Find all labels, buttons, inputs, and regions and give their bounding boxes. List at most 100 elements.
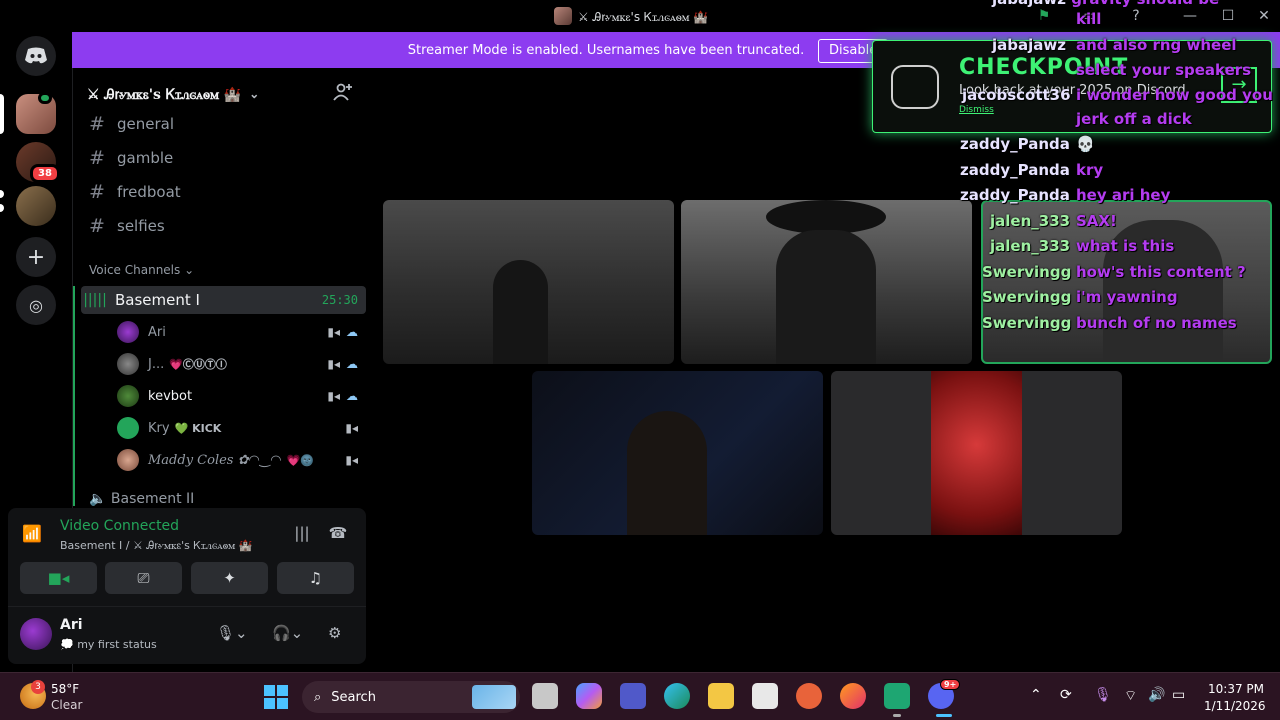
- user-name[interactable]: Ari: [60, 617, 83, 633]
- microsoft-store-icon[interactable]: [752, 683, 778, 709]
- discord-logo-icon: [25, 47, 47, 64]
- app-icon[interactable]: [796, 683, 822, 709]
- screenshare-button[interactable]: ⎚: [105, 562, 182, 594]
- dismiss-link[interactable]: Dismiss: [959, 105, 994, 115]
- channel-label: gamble: [117, 149, 174, 167]
- discover-icon[interactable]: ◎: [16, 285, 56, 325]
- video-tile[interactable]: [532, 371, 823, 535]
- channel-gamble[interactable]: # gamble: [89, 144, 359, 172]
- settings-gear-icon[interactable]: ⚙: [328, 624, 341, 646]
- maximize-button[interactable]: ☐: [1218, 6, 1238, 26]
- voice-member[interactable]: kevbot ▮◂ ☁: [117, 383, 362, 409]
- video-silhouette: [627, 411, 707, 535]
- checkpoint-text: Look back at your 2025 on Discord: [959, 83, 1186, 98]
- close-button[interactable]: ✕: [1254, 6, 1274, 26]
- video-tile[interactable]: [681, 200, 972, 364]
- firefox-icon[interactable]: [840, 683, 866, 709]
- windows-start-icon[interactable]: [264, 685, 288, 709]
- voice-member[interactable]: J... 💗ⒸⓊⓉⒾ ▮◂ ☁: [117, 351, 362, 377]
- channel-label: selfies: [117, 217, 165, 235]
- file-explorer-icon[interactable]: [708, 683, 734, 709]
- member-name: Ari: [148, 324, 166, 340]
- member-tag: 💚 KICK: [174, 421, 222, 435]
- speaker-icon: 🔈: [89, 491, 111, 507]
- voice-channels-header[interactable]: Voice Channels ⌄: [89, 263, 194, 277]
- microphone-icon[interactable]: 🎙⌄: [216, 624, 248, 646]
- channel-selfies[interactable]: # selfies: [89, 212, 359, 240]
- chat-line: zaddy_Panda 💀: [960, 135, 1095, 153]
- camera-icon: ▮◂: [327, 325, 340, 339]
- voice-member[interactable]: 𝑀𝑎𝑑𝑑𝑦 𝐶𝑜𝑙𝑒𝑠 ✿◠‿◠ 💗🌚 ▮◂: [117, 447, 362, 473]
- voice-location[interactable]: Basement I / ⚔ Ꭿꭇꮍꮇꮶꮛ's Ꮶꮖꮑꮆꭺꮻꮇ 🏰: [60, 538, 252, 553]
- add-server-icon[interactable]: +: [16, 237, 56, 277]
- user-status[interactable]: 💭 my first status: [60, 638, 157, 651]
- edge-icon[interactable]: [664, 683, 690, 709]
- inbox-icon[interactable]: ▭: [1080, 6, 1100, 26]
- server-header[interactable]: ⚔ Ꭿꭇꮍꮇꮶꮛ's Ꮶꮖꮑꮆꭺꮻꮇ 🏰 ⌄: [87, 82, 362, 106]
- voice-channel-basement-ii[interactable]: 🔈 Basement II: [89, 491, 194, 507]
- video-silhouette: [776, 230, 876, 364]
- user-avatar[interactable]: [20, 618, 52, 650]
- title-bar: ⚔ Ꭿꭇꮍꮇꮶꮛ's Ꮶꮖꮑꮆꭺꮻꮇ 🏰 ⚑ ▭ ? — ☐ ✕: [0, 0, 1280, 32]
- camera-icon: ▮◂: [327, 389, 340, 403]
- weather-condition[interactable]: Clear: [51, 698, 82, 712]
- voice-member[interactable]: Ari ▮◂ ☁: [117, 319, 362, 345]
- minimize-button[interactable]: —: [1180, 6, 1200, 26]
- sync-icon[interactable]: ⟳: [1060, 687, 1072, 703]
- voice-wave-icon: |||||: [83, 292, 107, 308]
- video-tile-speaking[interactable]: [981, 200, 1272, 364]
- video-tile[interactable]: [383, 200, 674, 364]
- clock-date[interactable]: 1/11/2026: [1204, 699, 1266, 713]
- chevron-up-icon[interactable]: ⌃: [1030, 687, 1042, 703]
- arrow-right-icon[interactable]: →: [1221, 67, 1257, 103]
- microphone-tray-icon[interactable]: 🎙: [1094, 687, 1112, 703]
- soundboard-icon: ♫: [308, 569, 323, 587]
- member-name: Kry: [148, 420, 170, 436]
- voice-member[interactable]: Kry 💚 KICK ▮◂: [117, 415, 362, 441]
- game-app-icon[interactable]: [884, 683, 910, 709]
- voice-channel-basement-i[interactable]: ||||| Basement I 25:30: [81, 286, 366, 314]
- channel-general[interactable]: # general: [89, 110, 359, 138]
- avatar: [117, 417, 139, 439]
- video-tile[interactable]: [831, 371, 1122, 535]
- channel-label: fredboat: [117, 183, 181, 201]
- invite-people-icon[interactable]: [333, 82, 357, 106]
- search-highlight-image: [472, 685, 516, 709]
- member-status-icons: ▮◂: [345, 453, 358, 467]
- wifi-icon[interactable]: ⌔: [1124, 687, 1137, 705]
- bubble-icon: ☁: [346, 389, 358, 403]
- voice-timer: 25:30: [321, 293, 358, 307]
- taskbar-search[interactable]: ⌕ Search: [302, 681, 520, 713]
- flag-icon[interactable]: ⚑: [1034, 6, 1054, 26]
- discord-badge: 9+: [940, 679, 961, 690]
- member-name: J...: [148, 356, 165, 372]
- activities-button[interactable]: ✦: [191, 562, 268, 594]
- checkpoint-popup[interactable]: CHECKPOINT Look back at your 2025 on Dis…: [872, 40, 1272, 133]
- help-icon[interactable]: ?: [1126, 6, 1146, 26]
- clock-time[interactable]: 10:37 PM: [1208, 682, 1264, 696]
- battery-icon[interactable]: ▭: [1172, 687, 1185, 703]
- soundboard-button[interactable]: ♫: [277, 562, 354, 594]
- avatar: [117, 321, 139, 343]
- home-button[interactable]: [16, 36, 56, 76]
- headphones-icon[interactable]: 🎧⌄: [272, 624, 303, 646]
- disconnect-icon[interactable]: ☎: [326, 524, 350, 548]
- camera-icon: ■◂: [47, 569, 70, 587]
- weather-temp[interactable]: 58°F: [51, 682, 79, 696]
- task-view-icon[interactable]: [532, 683, 558, 709]
- chat-message: kry: [1076, 161, 1104, 179]
- chat-line: zaddy_Panda kry: [960, 161, 1103, 179]
- server-3-icon[interactable]: [16, 186, 56, 226]
- voice-active-line: [73, 286, 75, 506]
- channel-fredboat[interactable]: # fredboat: [89, 178, 359, 206]
- member-status-icons: ▮◂: [345, 421, 358, 435]
- signal-icon[interactable]: 📶: [22, 524, 48, 550]
- camera-button[interactable]: ■◂: [20, 562, 97, 594]
- voice-status[interactable]: Video Connected: [60, 518, 179, 534]
- teams-icon[interactable]: [620, 683, 646, 709]
- hash-icon: #: [89, 147, 105, 169]
- volume-icon[interactable]: 🔊: [1148, 687, 1165, 703]
- checkpoint-title: CHECKPOINT: [959, 55, 1129, 80]
- copilot-icon[interactable]: [576, 683, 602, 709]
- noise-suppression-icon[interactable]: |||: [290, 524, 314, 548]
